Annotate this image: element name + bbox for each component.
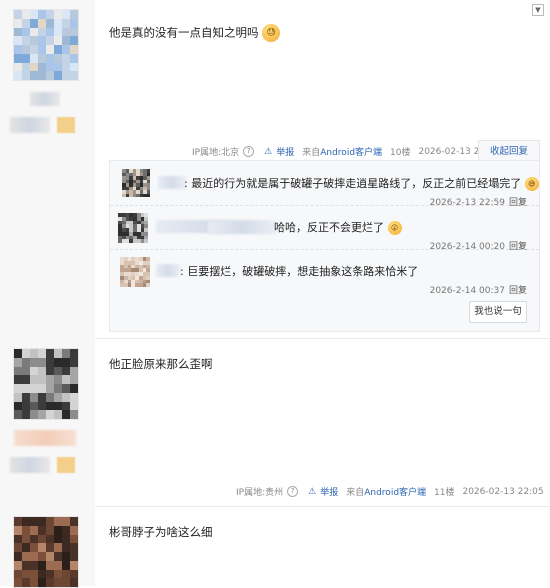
floor-number: 11楼 bbox=[434, 488, 455, 498]
post-floor-11: 他正脸原来那么歪啊 IP属地:贵州 ? ⚠ 举报 来自 Android客户端 11… bbox=[0, 338, 550, 507]
client-prefix: 来自 bbox=[346, 488, 365, 498]
avatar[interactable] bbox=[13, 516, 79, 588]
reply-link[interactable]: 回复 bbox=[509, 286, 527, 296]
reply-avatar[interactable] bbox=[118, 213, 148, 243]
reply-text: 哈哈，反正不会更烂了 bbox=[274, 221, 384, 234]
post-time: 2026-02-13 22:05 bbox=[462, 486, 544, 497]
warning-triangle-icon[interactable]: ⚠ bbox=[264, 147, 272, 157]
post-content: 他正脸原来那么歪啊 bbox=[109, 357, 213, 371]
post-meta: IP属地:北京 ? ⚠ 举报 来自 Android客户端 10楼 2026-02-… bbox=[192, 145, 500, 158]
client-link[interactable]: Android客户端 bbox=[364, 485, 426, 498]
post-content: 他是真的没有一点自知之明吗 bbox=[109, 25, 259, 40]
post-meta: IP属地:贵州 ? ⚠ 举报 来自 Android客户端 11楼 2026-02-… bbox=[236, 485, 550, 498]
face-emoji-icon: 😲 bbox=[387, 221, 402, 235]
face-emoji-icon: 😅 bbox=[524, 177, 539, 191]
reply-item: 哈哈，反正不会更烂了 😲 2026-2-14 00:20 回复 bbox=[110, 205, 539, 252]
reply-item: : 最近的行为就是属于破罐子破摔走逍星路线了，反正之前已经塌完了 😅 2026-… bbox=[110, 161, 539, 208]
say-something-button[interactable]: 我也说一句 bbox=[469, 301, 527, 323]
author-column bbox=[0, 338, 95, 506]
author-column bbox=[0, 506, 95, 588]
report-link[interactable]: 举报 bbox=[276, 145, 294, 158]
client-prefix: 来自 bbox=[302, 148, 321, 158]
post-content: 彬哥脖子为啥这么细 bbox=[109, 525, 213, 539]
question-circle-icon[interactable]: ? bbox=[287, 486, 299, 497]
user-level-badge bbox=[10, 457, 50, 473]
author-column bbox=[0, 0, 95, 338]
user-medal-icon bbox=[57, 117, 75, 133]
face-emoji-icon: 😓 bbox=[262, 24, 281, 42]
replies-box: : 最近的行为就是属于破罐子破摔走逍星路线了，反正之前已经塌完了 😅 2026-… bbox=[109, 160, 540, 332]
username[interactable] bbox=[14, 430, 76, 446]
post-floor-10: ▼ 他是真的没有一点自知之明吗 😓 IP属地:北京 ? ⚠ 举报 来自 Andro… bbox=[0, 0, 550, 339]
avatar[interactable] bbox=[13, 9, 79, 81]
report-link[interactable]: 举报 bbox=[320, 485, 338, 498]
user-medal-icon bbox=[57, 457, 75, 473]
client-link[interactable]: Android客户端 bbox=[320, 145, 382, 158]
reply-item: : 巨要摆烂，破罐破摔，想走抽象这条路来恰米了 2026-2-14 00:37 回… bbox=[110, 249, 539, 296]
reply-time: 2026-2-14 00:37 bbox=[429, 286, 505, 296]
reply-text: : 最近的行为就是属于破罐子破摔走逍星路线了，反正之前已经塌完了 bbox=[184, 177, 522, 190]
reply-avatar[interactable] bbox=[120, 257, 150, 287]
reply-mention[interactable] bbox=[208, 221, 278, 234]
post-floor-12: 彬哥脖子为啥这么细 bbox=[0, 506, 550, 588]
username[interactable] bbox=[30, 92, 60, 106]
user-level-badge bbox=[10, 117, 50, 133]
chevron-down-icon[interactable]: ▼ bbox=[532, 4, 544, 16]
floor-number: 10楼 bbox=[390, 148, 411, 158]
ip-location: IP属地:贵州 bbox=[236, 488, 284, 498]
reply-username[interactable] bbox=[156, 264, 180, 277]
ip-location: IP属地:北京 bbox=[192, 148, 240, 158]
question-circle-icon[interactable]: ? bbox=[243, 146, 255, 157]
reply-avatar[interactable] bbox=[122, 169, 150, 197]
avatar[interactable] bbox=[13, 348, 79, 420]
reply-username[interactable] bbox=[158, 176, 186, 189]
warning-triangle-icon[interactable]: ⚠ bbox=[308, 487, 316, 497]
reply-text: : 巨要摆烂，破罐破摔，想走抽象这条路来恰米了 bbox=[180, 265, 419, 278]
